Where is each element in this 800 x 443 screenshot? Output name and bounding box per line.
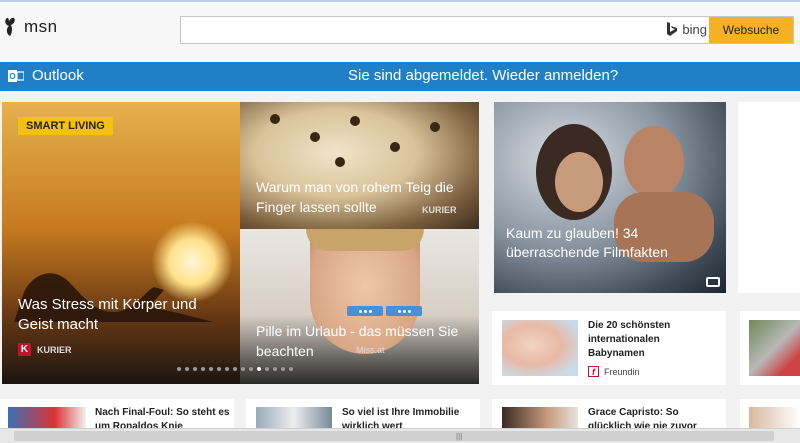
filmfakten-title[interactable]: Kaum zu glauben! 34 überraschende Filmfa…: [506, 224, 716, 262]
hero-bottom-right-tile[interactable]: Pille im Urlaub - das müssen Sie beachte…: [240, 229, 479, 384]
outlook-label: Outlook: [32, 67, 84, 84]
carousel-dot[interactable]: [201, 367, 205, 371]
filmfakten-card[interactable]: Kaum zu glauben! 34 überraschende Filmfa…: [494, 102, 726, 293]
hero-top-right-source-label: KURIER: [422, 205, 457, 215]
soccer-image: [8, 407, 86, 428]
carousel-dot[interactable]: [225, 367, 229, 371]
thumbnail-image: [749, 407, 800, 428]
outlook-bar: O Outlook Sie sind abgemeldet. Wieder an…: [0, 62, 800, 91]
logo-text: msn: [24, 17, 58, 36]
kurier-icon: K: [18, 343, 31, 356]
scrollbar-thumb[interactable]: [14, 431, 774, 441]
carousel-dot[interactable]: [241, 367, 245, 371]
hero-top-right-tile[interactable]: Warum man von rohem Teig die Finger lass…: [240, 102, 479, 229]
house-image: [256, 407, 332, 428]
crowd-image: [749, 320, 800, 376]
hero-main-source: K KURIER: [18, 343, 72, 356]
camera-icon: [706, 277, 720, 287]
bing-icon: [667, 22, 678, 36]
carousel-dot[interactable]: [257, 367, 261, 371]
butterfly-icon: [5, 17, 15, 36]
msn-logo[interactable]: msn: [4, 16, 58, 38]
chip: [430, 122, 440, 132]
carousel-dots[interactable]: [177, 367, 293, 371]
couple-image: [536, 124, 714, 262]
news-card[interactable]: Nach Final-Foul: So steht es um Ronaldos…: [0, 399, 234, 428]
outlook-icon: O: [8, 69, 24, 82]
babynamen-title[interactable]: Die 20 schönsten internationalen Babynam…: [588, 319, 718, 361]
carousel-dot[interactable]: [273, 367, 277, 371]
horizontal-scrollbar[interactable]: |||: [0, 428, 800, 443]
chip: [350, 116, 360, 126]
hero-bottom-right-source-label: Miss.at: [356, 345, 385, 355]
portrait-image: [502, 407, 578, 428]
carousel-dot[interactable]: [193, 367, 197, 371]
carousel-dot[interactable]: [249, 367, 253, 371]
carousel-dot[interactable]: [209, 367, 213, 371]
babynamen-source-label: Freundin: [604, 366, 640, 377]
carousel-dot[interactable]: [233, 367, 237, 371]
hero-bottom-right-source: Miss.at: [356, 345, 385, 355]
signin-message[interactable]: Sie sind abgemeldet. Wieder anmelden?: [348, 67, 618, 84]
chip: [390, 142, 400, 152]
news-title[interactable]: Grace Capristo: So glücklich wie nie zuv…: [588, 406, 723, 428]
outlook-link[interactable]: O Outlook: [8, 67, 84, 84]
bing-brand: bing: [666, 22, 707, 37]
category-badge[interactable]: SMART LIVING: [18, 117, 113, 135]
partial-card[interactable]: [738, 102, 800, 293]
hero-main-title[interactable]: Was Stress mit Körper und Geist macht: [18, 295, 228, 335]
carousel-dot[interactable]: [217, 367, 221, 371]
carousel-dot[interactable]: [289, 367, 293, 371]
hero-bottom-right-title[interactable]: Pille im Urlaub - das müssen Sie beachte…: [256, 321, 471, 361]
pill-blister-image: [347, 306, 422, 316]
svg-text:O: O: [9, 72, 15, 81]
carousel-dot[interactable]: [265, 367, 269, 371]
hero-main-source-label: KURIER: [37, 344, 72, 355]
carousel-dot[interactable]: [281, 367, 285, 371]
hero-carousel[interactable]: SMART LIVING Was Stress mit Körper und G…: [2, 102, 479, 384]
grip-icon: |||: [456, 432, 463, 441]
baby-image: [502, 320, 578, 376]
news-title[interactable]: Nach Final-Foul: So steht es um Ronaldos…: [95, 406, 230, 428]
search-input[interactable]: bing Websuche: [180, 16, 794, 44]
bing-label: bing: [682, 22, 707, 37]
freundin-icon: f: [588, 366, 599, 377]
carousel-dot[interactable]: [177, 367, 181, 371]
chip: [310, 132, 320, 142]
babynamen-card[interactable]: Die 20 schönsten internationalen Babynam…: [492, 311, 726, 385]
chip: [335, 157, 345, 167]
hero-top-right-source: KURIER: [422, 205, 457, 215]
news-card[interactable]: So viel ist Ihre Immobilie wirklich wert: [246, 399, 480, 428]
top-bar: msn bing Websuche: [0, 0, 800, 62]
hero-main-tile[interactable]: SMART LIVING Was Stress mit Körper und G…: [2, 102, 240, 384]
news-card[interactable]: Grace Capristo: So glücklich wie nie zuv…: [492, 399, 726, 428]
hair-image: [306, 229, 424, 251]
partial-news-card[interactable]: [740, 399, 800, 428]
carousel-dot[interactable]: [185, 367, 189, 371]
chip: [270, 114, 280, 124]
news-title[interactable]: So viel ist Ihre Immobilie wirklich wert: [342, 406, 477, 428]
partial-news-card[interactable]: [740, 311, 800, 385]
babynamen-source: f Freundin: [588, 366, 640, 377]
websuche-button[interactable]: Websuche: [709, 17, 793, 43]
